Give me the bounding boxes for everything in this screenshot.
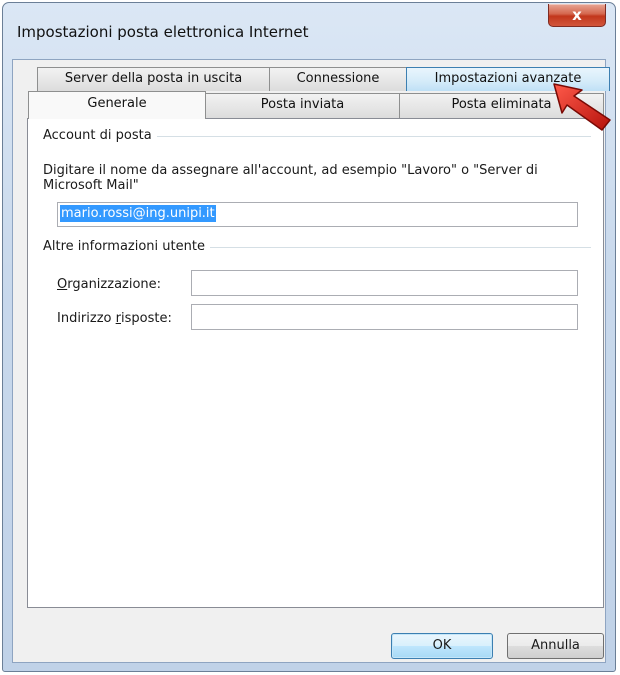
reply-address-input[interactable] [191,304,578,330]
tab-label: Posta inviata [260,97,345,112]
account-description: Digitare il nome da assegnare all'accoun… [43,163,538,193]
organization-label: Organizzazione: [57,277,161,292]
group-label-account: Account di posta [43,128,157,143]
tab-generale[interactable]: Generale [28,91,206,119]
close-button[interactable]: x [548,4,606,27]
organization-input[interactable] [191,270,578,296]
red-arrow-pointer-icon [553,83,611,131]
title-bar[interactable]: Impostazioni posta elettronica Internet … [3,3,615,59]
tab-panel-generale: Account di posta Digitare il nome da ass… [27,118,604,608]
window-title: Impostazioni posta elettronica Internet [17,23,309,41]
close-icon: x [572,6,582,24]
ok-button[interactable]: OK [391,633,493,659]
dialog-body: Server della posta in uscita Connessione… [12,59,610,663]
label-part: Indirizzo [57,311,116,326]
label-part: isposte: [121,311,172,326]
group-label-other: Altre informazioni utente [43,239,210,254]
dialog-window: Impostazioni posta elettronica Internet … [2,2,616,672]
reply-address-label: Indirizzo risposte: [57,311,172,326]
tab-label: Generale [87,96,147,111]
tab-connessione[interactable]: Connessione [269,67,407,91]
label-part: rganizzazione: [67,277,162,292]
tab-label: Connessione [296,71,380,86]
account-name-value: mario.rossi@ing.unipi.it [60,205,216,222]
tab-posta-inviata[interactable]: Posta inviata [205,93,400,118]
tab-server-posta-uscita[interactable]: Server della posta in uscita [37,67,270,91]
account-name-input[interactable]: mario.rossi@ing.unipi.it [57,202,578,227]
tab-label: Server della posta in uscita [64,71,243,86]
accelerator-key: O [57,277,68,292]
tab-label: Posta eliminata [451,97,552,112]
cancel-button[interactable]: Annulla [507,633,604,659]
